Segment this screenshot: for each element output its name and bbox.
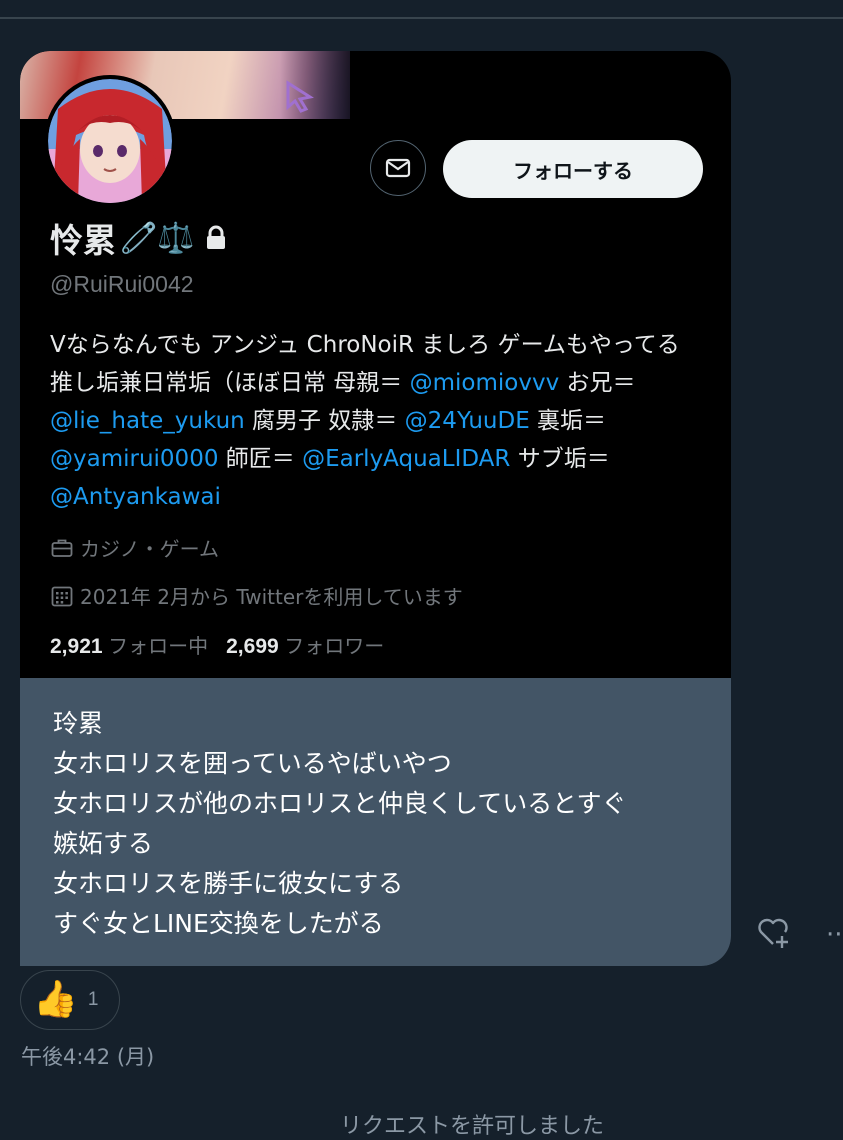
more-options-icon[interactable]: ·· bbox=[826, 920, 843, 950]
message-button[interactable] bbox=[370, 140, 426, 196]
reaction-count: 1 bbox=[87, 989, 99, 1010]
profile-card[interactable]: フォローする 怜累 🧷⚖️ @RuiRui0042 Vならなんでも アンジュ C… bbox=[20, 51, 731, 966]
message-line: 嫉妬する bbox=[53, 829, 154, 858]
envelope-icon bbox=[385, 158, 411, 178]
mention-link[interactable]: @lie_hate_yukun bbox=[50, 408, 245, 434]
message-line: 女ホロリスを囲っているやばいやつ bbox=[53, 749, 452, 778]
lock-icon bbox=[206, 225, 225, 249]
message-line: 女ホロリスを勝手に彼女にする bbox=[53, 869, 404, 898]
message-line: 玲累 bbox=[53, 709, 104, 738]
profile-stats: 2,921 フォロー中 2,699 フォロワー bbox=[50, 630, 384, 659]
calendar-icon bbox=[51, 586, 73, 606]
profile-category: カジノ・ゲーム bbox=[50, 533, 219, 562]
mention-link[interactable]: @EarlyAquaLIDAR bbox=[302, 446, 510, 472]
message-line: すぐ女とLINE交換をしたがる bbox=[53, 909, 384, 938]
followers-stat[interactable]: 2,699 フォロワー bbox=[226, 635, 384, 658]
status-text: リクエストを許可しました bbox=[340, 1114, 605, 1139]
message-line: 女ホロリスが他のホロリスと仲良くしているとすぐ bbox=[53, 789, 627, 818]
thumbs-up-icon: 👍 bbox=[33, 979, 78, 1020]
mention-link[interactable]: @miomiovvv bbox=[410, 370, 560, 396]
following-stat[interactable]: 2,921 フォロー中 bbox=[50, 635, 208, 658]
mention-link[interactable]: @yamirui0000 bbox=[50, 446, 218, 472]
profile-bio: Vならなんでも アンジュ ChroNoiR ましろ ゲームもやってる 推し垢兼日… bbox=[50, 332, 680, 510]
profile-join-date: 2021年 2月から Twitterを利用しています bbox=[50, 581, 463, 610]
mention-link[interactable]: @Antyankawai bbox=[50, 484, 221, 510]
profile-avatar[interactable] bbox=[44, 75, 176, 207]
display-name: 怜累 bbox=[50, 221, 116, 260]
top-divider bbox=[0, 17, 843, 19]
follow-button[interactable]: フォローする bbox=[443, 140, 703, 198]
profile-handle: @RuiRui0042 bbox=[50, 271, 194, 297]
cursor-icon bbox=[286, 80, 314, 113]
briefcase-icon bbox=[51, 539, 73, 557]
add-reaction-icon[interactable] bbox=[753, 912, 793, 952]
mention-link[interactable]: @24YuuDE bbox=[405, 408, 530, 434]
message-bubble[interactable]: 玲累 女ホロリスを囲っているやばいやつ 女ホロリスが他のホロリスと仲良くしている… bbox=[20, 678, 731, 966]
display-name-row: 怜累 🧷⚖️ bbox=[50, 217, 231, 260]
reaction-chip[interactable]: 👍 1 bbox=[20, 970, 120, 1030]
message-timestamp: 午後4:42 (月) bbox=[21, 1045, 155, 1069]
name-emojis: 🧷⚖️ bbox=[120, 220, 195, 256]
